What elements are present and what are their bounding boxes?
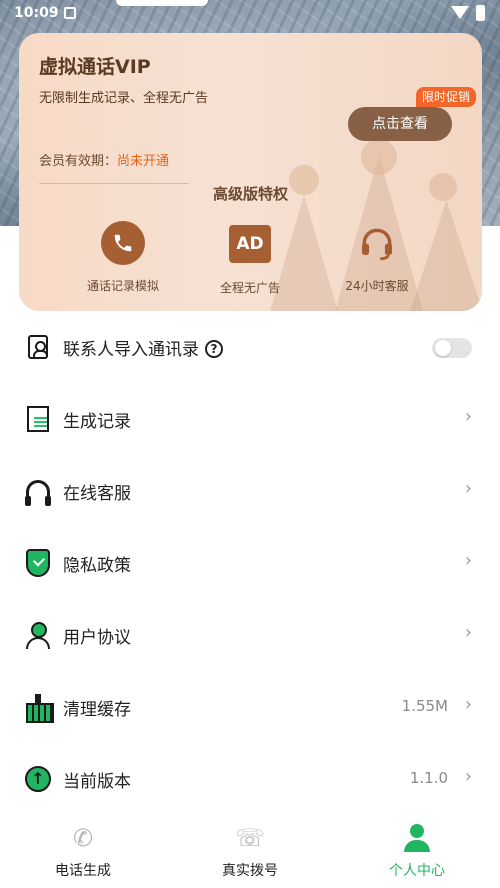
cache-size: 1.55M (401, 697, 448, 715)
vip-title: 虚拟通话VIP (39, 56, 151, 78)
headset-icon (24, 477, 52, 506)
user-icon (24, 621, 52, 649)
menu-item-clear-cache[interactable]: 清理缓存 1.55M › (0, 671, 500, 743)
view-vip-button[interactable]: 点击查看 (348, 107, 452, 141)
tab-personal-center[interactable]: 个人中心 (357, 816, 477, 888)
vip-description: 无限制生成记录、全程无广告 (39, 91, 209, 106)
bottom-nav: ✆ 电话生成 ☏ 真实拨号 个人中心 (0, 816, 500, 888)
record-icon (24, 405, 52, 433)
ad-icon: AD (229, 225, 271, 263)
vip-validity: 会员有效期：尚未开通 (39, 150, 169, 169)
person-icon (403, 824, 431, 852)
menu-label: 清理缓存 (63, 700, 131, 720)
tab-phone-generate[interactable]: ✆ 电话生成 (23, 816, 143, 888)
chevron-right-icon: › (464, 406, 472, 427)
tab-label: 个人中心 (389, 863, 445, 879)
upgrade-icon: ↑ (24, 765, 52, 793)
perk-label: 通话记录模拟 (86, 279, 159, 293)
chevron-right-icon: › (464, 766, 472, 787)
headset-icon (355, 221, 399, 265)
chevron-right-icon: › (464, 550, 472, 571)
status-time: 10:09 (14, 5, 59, 21)
perk-call-record: 通话记录模拟 (63, 221, 183, 294)
gallery-icon (64, 7, 76, 19)
phone-icon (101, 221, 145, 265)
tab-label: 电话生成 (55, 863, 111, 879)
menu-item-privacy-policy[interactable]: 隐私政策 › (0, 527, 500, 599)
vip-validity-label: 会员有效期： (39, 154, 118, 169)
menu-label: 当前版本 (63, 772, 131, 792)
perk-label: 24小时客服 (345, 279, 409, 293)
menu-label: 用户协议 (63, 628, 131, 648)
toggle-knob (435, 340, 451, 356)
battery-icon (476, 5, 485, 21)
chevron-right-icon: › (464, 478, 472, 499)
menu-item-online-support[interactable]: 在线客服 › (0, 455, 500, 527)
vip-card[interactable]: 虚拟通话VIP 无限制生成记录、全程无广告 限时促销 点击查看 会员有效期：尚未… (19, 33, 482, 311)
tab-label: 真实拨号 (222, 863, 278, 879)
menu-label-text: 联系人导入通讯录 (63, 340, 199, 360)
import-contacts-toggle[interactable] (432, 338, 472, 358)
notch-pill (116, 0, 208, 6)
help-icon[interactable]: ? (205, 340, 223, 358)
menu-label: 隐私政策 (63, 556, 131, 576)
menu-item-user-agreement[interactable]: 用户协议 › (0, 599, 500, 671)
vip-validity-value: 尚未开通 (117, 154, 170, 169)
tab-real-dial[interactable]: ☏ 真实拨号 (190, 816, 310, 888)
chevron-right-icon: › (464, 622, 472, 643)
menu-label: 在线客服 (63, 484, 131, 504)
shield-icon (24, 549, 52, 577)
menu-item-records[interactable]: 生成记录 › (0, 383, 500, 455)
version-number: 1.1.0 (409, 769, 448, 787)
perk-label: 全程无广告 (219, 281, 280, 295)
menu-item-import-contacts[interactable]: 联系人导入通讯录? (0, 311, 500, 383)
menu-label: 生成记录 (63, 412, 131, 432)
promo-badge: 限时促销 (416, 87, 477, 107)
perks-title: 高级版特权 (212, 185, 288, 203)
broom-icon (24, 693, 54, 723)
chevron-right-icon: › (464, 694, 472, 715)
status-bar: 10:09 (0, 0, 500, 28)
perk-support: 24小时客服 (317, 221, 437, 294)
menu-label: 联系人导入通讯录? (63, 335, 223, 360)
dialpad-icon: ☏ (235, 824, 266, 852)
phone-icon: ✆ (72, 824, 94, 852)
wifi-icon (451, 6, 469, 19)
perk-no-ads: AD 全程无广告 (190, 221, 310, 296)
menu-item-version[interactable]: ↑ 当前版本 1.1.0 › (0, 743, 500, 815)
contacts-icon (24, 333, 52, 361)
